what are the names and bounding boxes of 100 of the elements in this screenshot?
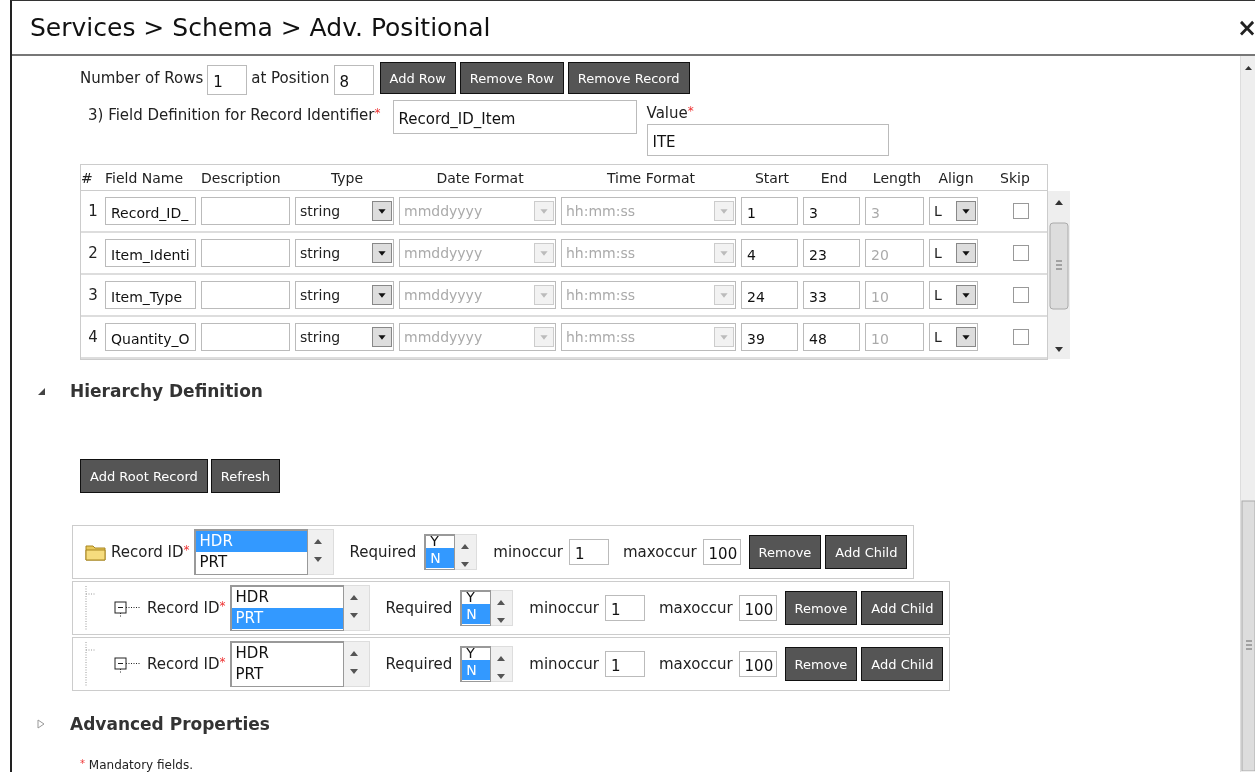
caret-down-icon <box>714 243 734 263</box>
list-option[interactable]: Y <box>426 536 455 548</box>
minoccur-input[interactable]: 1 <box>569 539 609 565</box>
row-number: 3 <box>87 286 99 304</box>
description-input[interactable] <box>201 281 290 309</box>
remove-button[interactable]: Remove <box>784 591 858 625</box>
column-header: Skip <box>999 169 1031 186</box>
rows-label: Number of Rows <box>80 69 204 87</box>
start-input[interactable]: 24 <box>741 281 798 309</box>
section-title: Advanced Properties <box>70 713 270 734</box>
caret-down-icon <box>956 243 976 263</box>
list-option[interactable]: HDR <box>231 587 343 608</box>
list-option[interactable]: PRT <box>231 664 343 685</box>
caret-down-icon <box>714 285 734 305</box>
required-label: Required <box>385 599 453 617</box>
caret-down-icon <box>534 201 554 221</box>
table-scrollbar[interactable] <box>1048 191 1070 359</box>
field-name-input[interactable]: Item_Type <box>105 281 196 309</box>
minoccur-input[interactable]: 1 <box>605 595 645 621</box>
add-child-button[interactable]: Add Child <box>825 535 908 569</box>
maxoccur-input[interactable]: 100 <box>738 651 777 677</box>
hierarchy-button[interactable]: Add Root Record <box>80 459 208 493</box>
end-input[interactable]: 33 <box>803 281 860 309</box>
column-header: Field Name <box>105 169 185 186</box>
caret-down-icon <box>372 285 392 305</box>
record-identifier-input[interactable]: Record_ID_Item <box>392 100 637 134</box>
column-header: Type <box>329 169 365 186</box>
remove-button[interactable]: Remove <box>784 647 858 681</box>
record-id-label: Record ID* <box>147 655 226 673</box>
type-dropdown[interactable]: string <box>295 197 394 225</box>
skip-checkbox[interactable] <box>1013 203 1029 219</box>
caret-down-icon <box>956 285 976 305</box>
collapsed-triangle-icon[interactable] <box>36 718 46 729</box>
caret-down-icon <box>372 327 392 347</box>
column-header: Date Format <box>435 169 525 186</box>
column-header: # <box>81 169 94 186</box>
description-input[interactable] <box>201 239 290 267</box>
caret-down-icon <box>956 327 976 347</box>
caret-down-icon <box>372 243 392 263</box>
field-name-input[interactable]: Item_Identi <box>105 239 196 267</box>
column-header: Length <box>871 169 923 186</box>
list-option[interactable]: PRT <box>195 552 307 573</box>
tree-branch-icon <box>85 586 143 630</box>
caret-down-icon <box>534 243 554 263</box>
column-header: Description <box>201 169 282 186</box>
add-child-button[interactable]: Add Child <box>861 591 944 625</box>
end-input[interactable]: 48 <box>803 323 860 351</box>
start-input[interactable]: 4 <box>741 239 798 267</box>
skip-checkbox[interactable] <box>1013 287 1029 303</box>
value-label: Value* <box>646 104 695 122</box>
caret-down-icon <box>714 201 734 221</box>
field-name-input[interactable]: Record_ID_ <box>105 197 196 225</box>
end-input[interactable]: 3 <box>803 197 860 225</box>
position-label: at Position <box>251 69 330 87</box>
start-input[interactable]: 1 <box>741 197 798 225</box>
required-label: Required <box>349 543 417 561</box>
value-input[interactable]: ITE <box>646 124 889 156</box>
rows-input[interactable]: 1 <box>207 65 248 95</box>
minoccur-label: minoccur <box>493 543 563 561</box>
field-name-input[interactable]: Quantity_O <box>105 323 196 351</box>
hierarchy-button[interactable]: Refresh <box>210 459 280 493</box>
align-dropdown[interactable]: L <box>929 323 978 351</box>
description-input[interactable] <box>201 323 290 351</box>
toolbar-button[interactable]: Remove Record <box>567 62 690 94</box>
toolbar-button[interactable]: Remove Row <box>459 62 564 94</box>
list-option[interactable]: HDR <box>231 643 343 664</box>
list-option[interactable]: Y <box>462 592 491 604</box>
skip-checkbox[interactable] <box>1013 329 1029 345</box>
align-dropdown[interactable]: L <box>929 281 978 309</box>
minoccur-input[interactable]: 1 <box>605 651 645 677</box>
list-option[interactable]: Y <box>462 648 491 660</box>
caret-down-icon <box>534 285 554 305</box>
toolbar-button[interactable]: Add Row <box>379 62 456 94</box>
align-dropdown[interactable]: L <box>929 239 978 267</box>
description-input[interactable] <box>201 197 290 225</box>
type-dropdown[interactable]: string <box>295 323 394 351</box>
row-number: 2 <box>87 244 99 262</box>
maxoccur-label: maxoccur <box>659 655 733 673</box>
maxoccur-input[interactable]: 100 <box>738 595 777 621</box>
skip-checkbox[interactable] <box>1013 245 1029 261</box>
close-button[interactable]: × <box>1236 13 1255 42</box>
record-id-label: Record ID* <box>111 543 190 561</box>
add-child-button[interactable]: Add Child <box>861 647 944 681</box>
tree-branch-icon <box>85 642 143 686</box>
caret-down-icon <box>714 327 734 347</box>
type-dropdown[interactable]: string <box>295 239 394 267</box>
caret-down-icon <box>534 327 554 347</box>
record-id-label: Record ID* <box>147 599 226 617</box>
minoccur-label: minoccur <box>529 655 599 673</box>
folder-icon <box>85 543 107 561</box>
column-header: Start <box>753 169 791 186</box>
remove-button[interactable]: Remove <box>748 535 822 569</box>
end-input[interactable]: 23 <box>803 239 860 267</box>
start-input[interactable]: 39 <box>741 323 798 351</box>
caret-down-icon <box>372 201 392 221</box>
align-dropdown[interactable]: L <box>929 197 978 225</box>
position-input[interactable]: 8 <box>333 65 374 95</box>
row-number: 1 <box>87 202 99 220</box>
type-dropdown[interactable]: string <box>295 281 394 309</box>
maxoccur-input[interactable]: 100 <box>702 539 741 565</box>
